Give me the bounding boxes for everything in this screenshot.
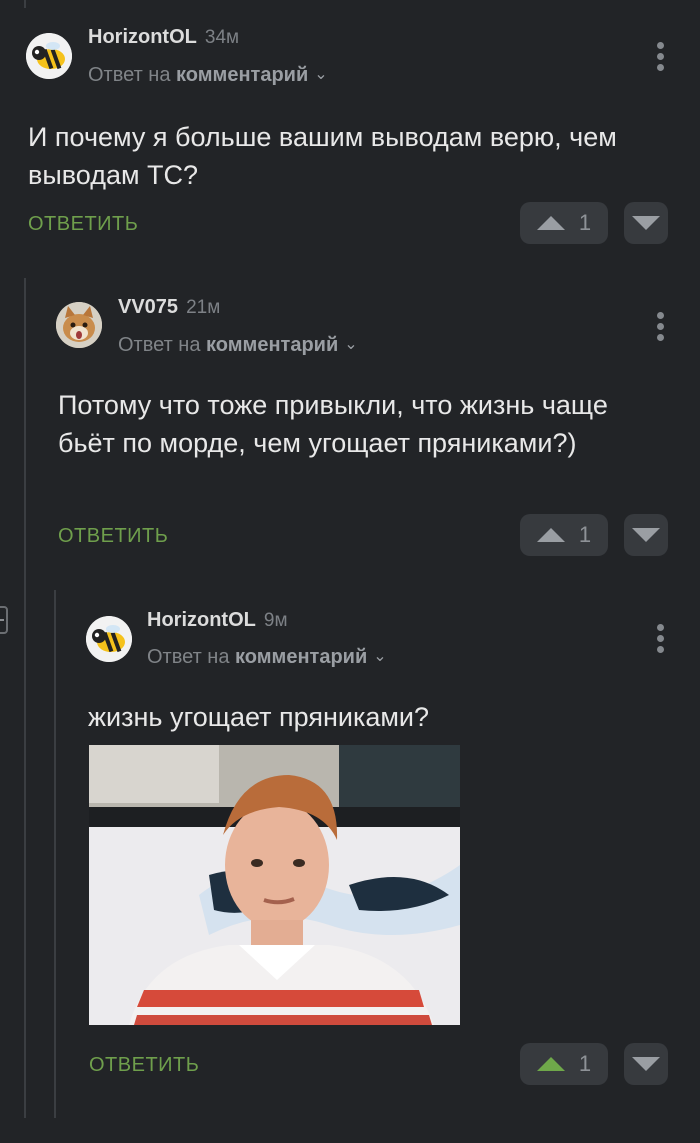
chevron-down-icon[interactable]: ⌄ bbox=[373, 646, 386, 666]
upvote-arrow-icon bbox=[536, 1057, 565, 1071]
bee-avatar-icon bbox=[86, 616, 132, 662]
downvote-button[interactable] bbox=[624, 1043, 668, 1085]
meme-photo-icon bbox=[89, 745, 460, 1025]
vote-count: 1 bbox=[578, 1051, 592, 1076]
reply-to-link[interactable]: Ответ на комментарий ⌄ bbox=[147, 646, 387, 669]
reply-button[interactable]: ОТВЕТИТЬ bbox=[89, 1054, 199, 1077]
avatar[interactable] bbox=[86, 616, 132, 662]
reply-prefix: Ответ на bbox=[147, 646, 230, 668]
author-name[interactable]: HorizontOL 9м bbox=[147, 609, 288, 632]
downvote-arrow-icon bbox=[632, 1057, 660, 1071]
comment-text: жизнь угощает пряниками? bbox=[88, 702, 430, 732]
author-name-text[interactable]: HorizontOL bbox=[147, 609, 256, 631]
upvote-button[interactable]: 1 bbox=[520, 1043, 608, 1085]
meme-image[interactable] bbox=[89, 745, 460, 1025]
reply-target[interactable]: комментарий bbox=[235, 646, 367, 668]
more-options-icon[interactable] bbox=[656, 624, 664, 653]
comment-time: 9м bbox=[263, 610, 288, 631]
comment-3: HorizontOL 9м Ответ на комментарий ⌄ жизнь… bbox=[0, 0, 700, 1110]
comments-thread: HorizontOL 34м Ответ на комментарий ⌄ И по… bbox=[0, 0, 700, 1143]
